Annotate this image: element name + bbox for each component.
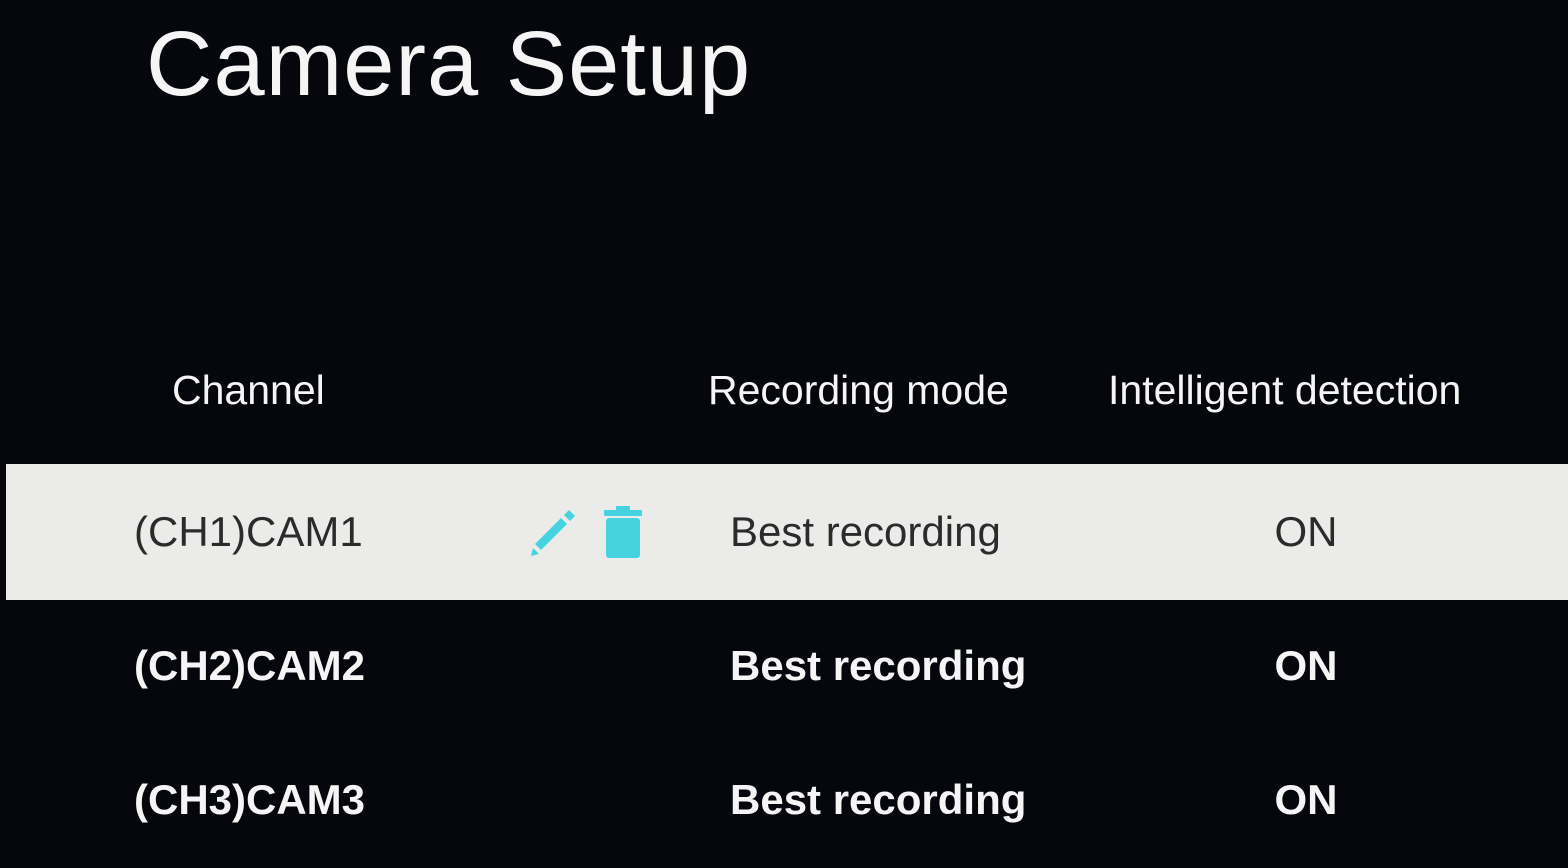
- channel-name: (CH3)CAM3: [134, 776, 365, 823]
- channel-name: (CH2)CAM2: [134, 642, 365, 689]
- page-title: Camera Setup: [146, 13, 752, 115]
- table-row-ch2[interactable]: (CH2)CAM2 Best recording ON: [6, 598, 1568, 734]
- pencil-icon: [531, 510, 575, 556]
- intelligent-detection-value: ON: [1274, 776, 1338, 823]
- recording-mode-value: Best recording: [730, 776, 1027, 823]
- column-header-recording-mode: Recording mode: [708, 367, 1009, 413]
- recording-mode-value: Best recording: [730, 642, 1027, 689]
- recording-mode-value: Best recording: [730, 508, 1001, 555]
- camera-setup-screen: Camera Setup Channel Recording mode Inte…: [0, 0, 1568, 836]
- column-header-intelligent-detection: Intelligent detection: [1108, 367, 1462, 413]
- edit-button[interactable]: [516, 464, 582, 600]
- intelligent-detection-value: ON: [1274, 642, 1338, 689]
- channel-name: (CH1)CAM1: [134, 508, 363, 555]
- table-row-ch1[interactable]: (CH1)CAM1 Best recording ON: [6, 464, 1568, 600]
- delete-button[interactable]: [598, 464, 648, 600]
- intelligent-detection-value: ON: [1274, 508, 1338, 555]
- column-header-channel: Channel: [172, 367, 325, 413]
- table-row-ch3[interactable]: (CH3)CAM3 Best recording ON: [6, 732, 1568, 868]
- trash-icon: [604, 506, 642, 558]
